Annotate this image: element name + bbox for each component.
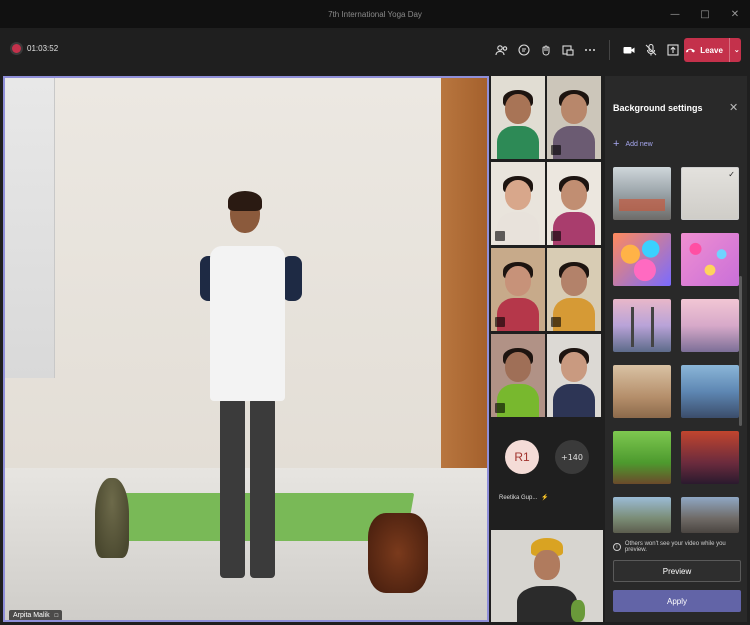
statue-image (95, 478, 129, 558)
participant-name-tag: Arpita Malik □ (9, 610, 63, 620)
mic-off-icon (495, 231, 505, 241)
video-tile[interactable] (491, 76, 545, 159)
video-tile[interactable] (547, 334, 601, 417)
background-option-none[interactable]: ✓ (681, 167, 739, 220)
elephant-figure-image (368, 513, 428, 593)
video-tile[interactable] (491, 162, 545, 245)
background-settings-panel: Background settings ✕ + Add new ✓ i Othe… (605, 76, 747, 622)
maximize-icon[interactable]: □ (690, 9, 720, 20)
hangup-icon (686, 48, 696, 53)
background-option-mountains[interactable] (613, 497, 671, 533)
panel-scrollbar[interactable] (739, 276, 742, 426)
mic-off-icon[interactable] (640, 39, 662, 61)
minimize-icon[interactable]: — (660, 9, 690, 20)
recording-indicator: 01:03:52 (12, 44, 58, 53)
mic-off-icon: ⚡ (541, 495, 549, 501)
background-option-classroom[interactable] (613, 365, 671, 418)
chat-icon[interactable] (513, 39, 535, 61)
preview-info: i Others won't see your video while you … (613, 541, 747, 553)
recording-icon (12, 44, 21, 53)
more-participants-button[interactable]: +140 (555, 440, 589, 474)
avatar-row: R1 +140 Reetika Gup... ⚡ (491, 432, 603, 522)
video-tile[interactable] (491, 248, 545, 331)
reactions-icon[interactable] (535, 39, 557, 61)
background-option-bridge[interactable] (613, 299, 671, 352)
mic-off-icon (551, 145, 561, 155)
video-tile[interactable] (547, 162, 601, 245)
close-icon[interactable]: ✕ (729, 101, 738, 114)
background-option-city[interactable] (681, 365, 739, 418)
mic-off-icon (551, 317, 561, 327)
background-option-ruins[interactable] (681, 497, 739, 533)
leave-label: Leave (700, 45, 723, 55)
camera-icon[interactable] (618, 39, 640, 61)
video-tile[interactable] (491, 530, 603, 622)
participant-figure (210, 246, 285, 401)
rooms-icon[interactable] (557, 39, 579, 61)
window-controls: — □ ✕ (660, 0, 750, 28)
preview-button[interactable]: Preview (613, 560, 741, 582)
background-option-office[interactable] (613, 167, 671, 220)
leave-button[interactable]: Leave ⌄ (684, 38, 741, 62)
toolbar-divider (609, 40, 610, 60)
video-tile[interactable] (547, 76, 601, 159)
mic-off-icon (495, 403, 505, 413)
recording-time: 01:03:52 (27, 44, 59, 53)
avatar-name: Reetika Gup... (499, 494, 538, 501)
window-title: 7th International Yoga Day (328, 9, 422, 19)
add-new-button[interactable]: + Add new (613, 138, 653, 150)
apply-button[interactable]: Apply (613, 590, 741, 612)
chevron-down-icon[interactable]: ⌄ (734, 46, 740, 54)
video-tile[interactable] (491, 334, 545, 417)
toolbar-icons (491, 39, 684, 61)
background-option-arch[interactable] (681, 299, 739, 352)
background-option-minecraft-nether[interactable] (681, 431, 739, 484)
panel-title: Background settings (613, 103, 703, 113)
background-option-balloons[interactable] (613, 233, 671, 286)
background-option-minecraft-village[interactable] (613, 431, 671, 484)
background-option-bubbles[interactable] (681, 233, 739, 286)
check-icon: ✓ (728, 170, 735, 179)
plus-icon: + (613, 138, 620, 150)
mic-off-icon: □ (54, 612, 59, 619)
add-new-label: Add new (625, 140, 653, 148)
share-icon[interactable] (662, 39, 684, 61)
mic-off-icon (551, 231, 561, 241)
shelf-image (5, 78, 55, 378)
participant-name: Arpita Malik (13, 612, 50, 619)
more-icon[interactable] (579, 39, 601, 61)
avatar-name-tag: Reetika Gup... ⚡ (499, 494, 549, 502)
mic-off-icon (495, 317, 505, 327)
title-bar: 7th International Yoga Day (0, 0, 750, 28)
info-text: Others won't see your video while you pr… (624, 541, 726, 553)
participants-icon[interactable] (491, 39, 513, 61)
main-video-stage[interactable]: Arpita Malik □ (3, 76, 489, 622)
close-icon[interactable]: ✕ (720, 9, 750, 20)
avatar[interactable]: R1 (505, 440, 539, 474)
info-icon: i (613, 543, 621, 551)
door-image (441, 78, 487, 533)
video-tile[interactable] (547, 248, 601, 331)
